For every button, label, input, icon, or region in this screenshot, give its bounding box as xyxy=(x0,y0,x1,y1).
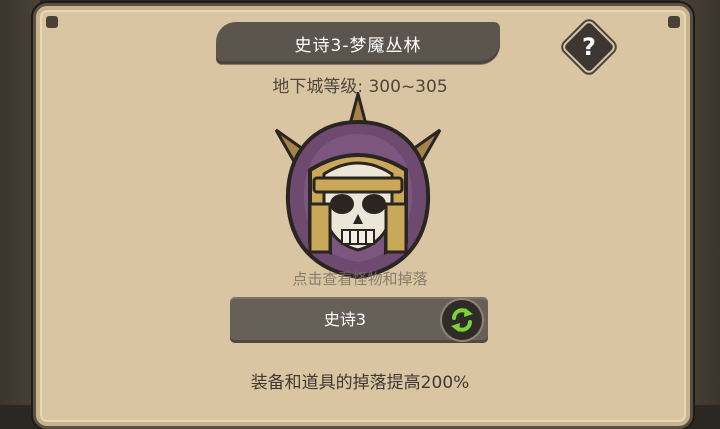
question-mark-icon: ? xyxy=(582,33,596,61)
difficulty-label: 史诗3 xyxy=(323,310,367,329)
panel-corner-ornament xyxy=(668,16,680,28)
difficulty-swap-button[interactable] xyxy=(442,300,482,340)
boss-portrait[interactable] xyxy=(258,88,458,282)
drop-bonus-text: 装备和道具的掉落提高200% xyxy=(250,373,470,393)
dungeon-title-banner: 史诗3-梦魇丛林 xyxy=(216,22,500,64)
boss-hint-text: 点击查看怪物和掉落 xyxy=(292,270,428,288)
difficulty-selector[interactable]: 史诗3 xyxy=(230,297,488,343)
swap-arrows-icon xyxy=(451,308,473,332)
dungeon-title: 史诗3-梦魇丛林 xyxy=(294,35,422,56)
panel-corner-ornament xyxy=(46,16,58,28)
armored-skull-helmet-icon xyxy=(274,88,442,280)
help-button[interactable]: ? xyxy=(563,21,615,73)
